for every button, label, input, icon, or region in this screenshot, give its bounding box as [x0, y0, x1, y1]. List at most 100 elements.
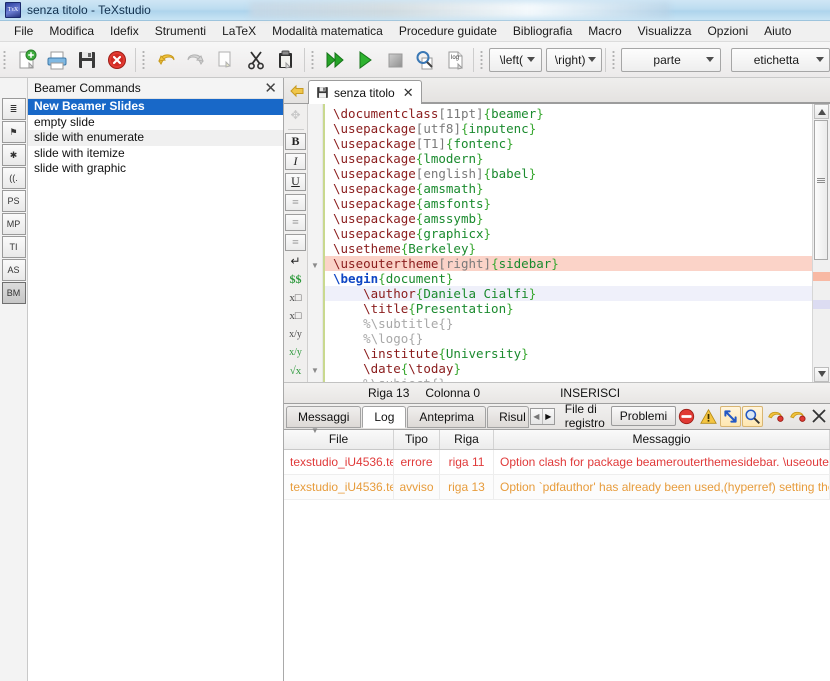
- view-pdf-icon[interactable]: [410, 45, 440, 75]
- superscript-button[interactable]: x□: [286, 309, 305, 324]
- problemi-button[interactable]: Problemi: [610, 406, 677, 426]
- stop-icon[interactable]: [380, 45, 410, 75]
- bookmarks-view-button[interactable]: ⚑: [1, 121, 26, 143]
- code-line[interactable]: \usepackage[T1]{fontenc}: [325, 136, 812, 151]
- code-line[interactable]: \useoutertheme[right]{sidebar}: [325, 256, 812, 271]
- subscript-button[interactable]: x□: [286, 290, 305, 305]
- tab-anteprima[interactable]: Anteprima: [407, 405, 487, 428]
- table-row[interactable]: texstudio_iU4536.tex avviso riga 13 Opti…: [284, 474, 830, 500]
- tab-senza-titolo[interactable]: senza titolo ✕: [308, 80, 422, 104]
- fold-collapse-icon[interactable]: ▼: [311, 426, 319, 435]
- code-line[interactable]: \usepackage{amssymb}: [325, 211, 812, 226]
- asymptote-view-button[interactable]: AS: [1, 259, 26, 281]
- beamer-view-button[interactable]: BM: [1, 282, 26, 304]
- label-combo[interactable]: etichetta: [730, 47, 830, 72]
- cut-icon[interactable]: [241, 45, 271, 75]
- code-line[interactable]: \usetheme{Berkeley}: [325, 241, 812, 256]
- compile-icon[interactable]: [350, 45, 380, 75]
- next-error-icon[interactable]: [786, 406, 807, 427]
- code-line[interactable]: \usepackage{amsmath}: [325, 181, 812, 196]
- column-header-riga[interactable]: Riga: [440, 429, 494, 449]
- code-editor[interactable]: ▼ ▼ ▼ \documentclass[11pt]{beamer} \usepa…: [308, 104, 830, 435]
- code-line[interactable]: \usepackage{graphicx}: [325, 226, 812, 241]
- code-line[interactable]: \usepackage[english]{babel}: [325, 166, 812, 181]
- chevron-down-icon[interactable]: [525, 49, 538, 71]
- code-line[interactable]: \author{Daniela Cialfi}: [325, 286, 812, 301]
- align-center-button[interactable]: ≡: [285, 213, 306, 231]
- delimiters-view-button[interactable]: ((.: [1, 167, 26, 189]
- menu-modifica[interactable]: Modifica: [41, 22, 102, 40]
- code-line[interactable]: \documentclass[11pt]{beamer}: [325, 106, 812, 121]
- tab-scroll-spinner[interactable]: ◀ ▶: [529, 407, 555, 425]
- menu-file[interactable]: File: [6, 22, 41, 40]
- underline-button[interactable]: U: [285, 173, 306, 191]
- code-line[interactable]: %\subject{}: [325, 376, 812, 382]
- chevron-down-icon[interactable]: [704, 49, 717, 71]
- print-icon[interactable]: [42, 45, 72, 75]
- align-left-button[interactable]: ≡: [285, 193, 306, 211]
- align-right-button[interactable]: ≡: [285, 233, 306, 252]
- code-text-area[interactable]: \documentclass[11pt]{beamer} \usepackage[…: [323, 104, 812, 382]
- menu-strumenti[interactable]: Strumenti: [147, 22, 214, 40]
- cursor-marker[interactable]: [813, 300, 830, 309]
- fold-column[interactable]: ▼ ▼ ▼: [308, 104, 323, 435]
- menu-macro[interactable]: Macro: [580, 22, 629, 40]
- toolbar-grip-edit[interactable]: [141, 48, 148, 71]
- structure-view-button[interactable]: ≣: [1, 98, 26, 120]
- structure-level-combo[interactable]: parte: [621, 47, 721, 72]
- list-item-header[interactable]: New Beamer Slides: [28, 99, 283, 115]
- column-header-messaggio[interactable]: Messaggio: [494, 429, 830, 449]
- code-line[interactable]: \usepackage[utf8]{inputenc}: [325, 121, 812, 136]
- pstricks-view-button[interactable]: PS: [1, 190, 26, 212]
- symbols-view-button[interactable]: ✱: [1, 144, 26, 166]
- fold-collapse-icon[interactable]: ▼: [311, 261, 319, 270]
- fraction-button[interactable]: x/y: [286, 327, 305, 342]
- tab-scroll-prev-icon[interactable]: ◀: [531, 409, 542, 424]
- menu-procedure-guidate[interactable]: Procedure guidate: [391, 22, 505, 40]
- insert-mode[interactable]: INSERISCI: [552, 386, 628, 400]
- chevron-down-icon[interactable]: [585, 49, 598, 71]
- code-line[interactable]: %\logo{}: [325, 331, 812, 346]
- close-icon[interactable]: ✕: [262, 81, 279, 96]
- tab-scroll-left-icon[interactable]: [286, 79, 308, 103]
- close-document-icon[interactable]: [102, 45, 132, 75]
- toolbar-grip[interactable]: [2, 48, 9, 71]
- tab-scroll-next-icon[interactable]: ▶: [541, 408, 554, 424]
- list-item[interactable]: slide with enumerate: [28, 130, 283, 146]
- menu-latex[interactable]: LaTeX: [214, 22, 264, 40]
- warnings-filter-icon[interactable]: [698, 406, 719, 427]
- bold-button[interactable]: B: [285, 132, 306, 151]
- previous-error-icon[interactable]: [764, 406, 785, 427]
- move-handle-icon[interactable]: ✥: [286, 108, 305, 123]
- fold-collapse-icon[interactable]: ▼: [311, 366, 319, 375]
- left-delimiter-combo[interactable]: \left(: [489, 47, 542, 72]
- code-line[interactable]: \begin{document}: [325, 271, 812, 286]
- scrollbar-thumb[interactable]: [814, 120, 828, 260]
- menu-visualizza[interactable]: Visualizza: [630, 22, 700, 40]
- build-and-view-icon[interactable]: [320, 45, 350, 75]
- list-item[interactable]: empty slide: [28, 115, 283, 131]
- tikz-view-button[interactable]: TI: [1, 236, 26, 258]
- toolbar-grip-math[interactable]: [479, 48, 486, 71]
- view-log-icon[interactable]: log: [440, 45, 470, 75]
- sqrt-button[interactable]: √x: [286, 363, 305, 378]
- code-line[interactable]: \usepackage{lmodern}: [325, 151, 812, 166]
- column-header-tipo[interactable]: Tipo: [394, 429, 440, 449]
- tab-log[interactable]: Log: [362, 405, 407, 428]
- new-document-icon[interactable]: [12, 45, 42, 75]
- tab-messaggi[interactable]: Messaggi: [286, 405, 362, 428]
- code-line[interactable]: \title{Presentation}: [325, 301, 812, 316]
- code-line[interactable]: \institute{University}: [325, 346, 812, 361]
- close-icon[interactable]: ✕: [403, 85, 414, 101]
- chevron-down-icon[interactable]: [813, 49, 826, 71]
- tab-risultati[interactable]: Risul: [487, 405, 529, 428]
- scroll-up-icon[interactable]: [814, 104, 829, 119]
- newline-button[interactable]: ↵: [286, 254, 305, 269]
- redo-icon[interactable]: [181, 45, 211, 75]
- undo-icon[interactable]: [151, 45, 181, 75]
- editor-vertical-scrollbar[interactable]: [812, 104, 830, 382]
- code-line[interactable]: \date{\today}: [325, 361, 812, 376]
- right-delimiter-combo[interactable]: \right): [545, 47, 603, 72]
- toolbar-grip-build[interactable]: [310, 48, 317, 71]
- copy-icon[interactable]: [211, 45, 241, 75]
